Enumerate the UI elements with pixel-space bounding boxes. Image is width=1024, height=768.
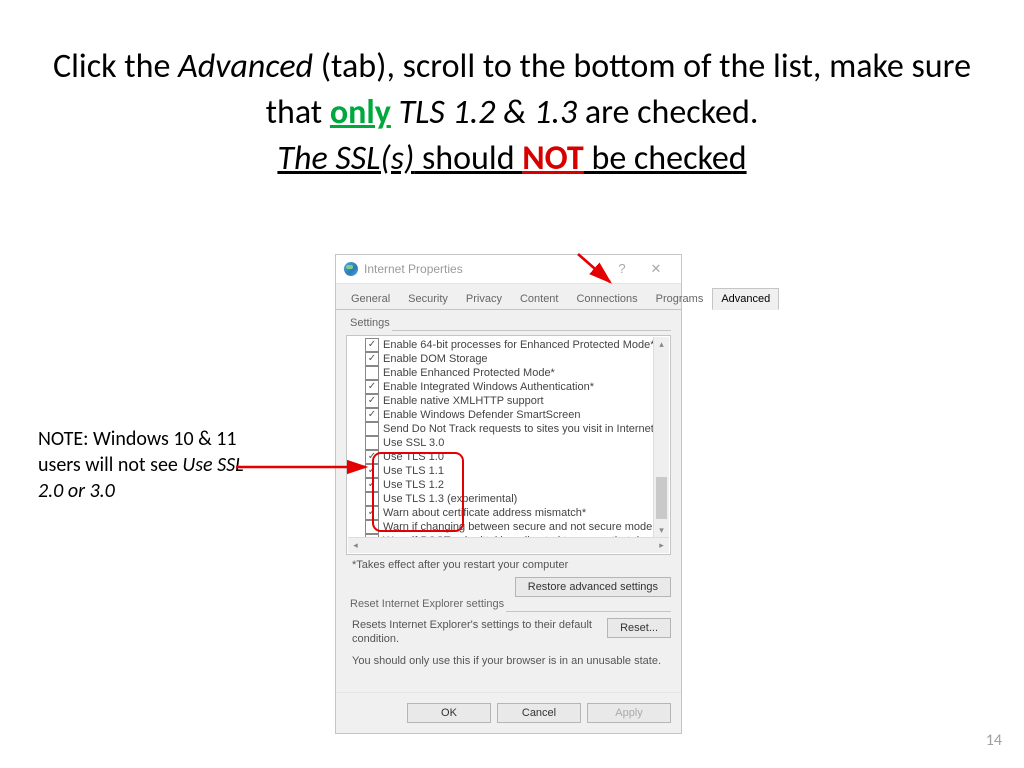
setting-row[interactable]: Enable Enhanced Protected Mode*	[365, 366, 668, 380]
checkbox[interactable]	[365, 394, 379, 408]
setting-row[interactable]: Send Do Not Track requests to sites you …	[365, 422, 668, 436]
setting-label: Use TLS 1.1	[383, 464, 444, 478]
setting-row[interactable]: Warn about certificate address mismatch*	[365, 506, 668, 520]
tab-connections[interactable]: Connections	[567, 288, 646, 309]
setting-row[interactable]: Enable DOM Storage	[365, 352, 668, 366]
setting-row[interactable]: Use TLS 1.2	[365, 478, 668, 492]
slide-heading: Click the Advanced (tab), scroll to the …	[50, 44, 974, 182]
checkbox[interactable]	[365, 436, 379, 450]
setting-row[interactable]: Warn if changing between secure and not …	[365, 520, 668, 534]
checkbox[interactable]	[365, 366, 379, 380]
setting-label: Enable Enhanced Protected Mode*	[383, 366, 555, 380]
scroll-left-icon[interactable]: ◂	[348, 540, 363, 551]
apply-button[interactable]: Apply	[587, 703, 671, 723]
checkbox[interactable]	[365, 408, 379, 422]
setting-label: Use TLS 1.0	[383, 450, 444, 464]
scroll-up-icon[interactable]: ▴	[654, 337, 669, 352]
checkbox[interactable]	[365, 492, 379, 506]
setting-row[interactable]: Enable 64-bit processes for Enhanced Pro…	[365, 338, 668, 352]
settings-legend: Settings	[346, 317, 394, 329]
setting-row[interactable]: Use TLS 1.3 (experimental)	[365, 492, 668, 506]
scroll-down-icon[interactable]: ▾	[654, 523, 669, 538]
internet-icon	[344, 262, 358, 276]
setting-label: Warn about certificate address mismatch*	[383, 506, 586, 520]
checkbox[interactable]	[365, 520, 379, 534]
tab-general[interactable]: General	[342, 288, 399, 309]
checkbox[interactable]	[365, 478, 379, 492]
internet-properties-dialog: Internet Properties ? ✕ GeneralSecurityP…	[335, 254, 682, 734]
checkbox[interactable]	[365, 422, 379, 436]
titlebar: Internet Properties ? ✕	[336, 255, 681, 284]
tab-strip: GeneralSecurityPrivacyContentConnections…	[336, 284, 681, 310]
checkbox[interactable]	[365, 450, 379, 464]
help-button[interactable]: ?	[605, 255, 639, 283]
setting-label: Enable Windows Defender SmartScreen	[383, 408, 580, 422]
reset-button[interactable]: Reset...	[607, 618, 671, 638]
restore-advanced-button[interactable]: Restore advanced settings	[515, 577, 671, 597]
dialog-footer: OK Cancel Apply	[336, 692, 681, 733]
horizontal-scrollbar[interactable]: ◂ ▸	[348, 537, 669, 553]
setting-label: Enable Integrated Windows Authentication…	[383, 380, 594, 394]
checkbox[interactable]	[365, 464, 379, 478]
setting-row[interactable]: Use TLS 1.1	[365, 464, 668, 478]
cancel-button[interactable]: Cancel	[497, 703, 581, 723]
checkbox[interactable]	[365, 352, 379, 366]
tab-advanced[interactable]: Advanced	[712, 288, 779, 310]
setting-row[interactable]: Enable Windows Defender SmartScreen	[365, 408, 668, 422]
scroll-thumb[interactable]	[656, 477, 667, 519]
dialog-title: Internet Properties	[364, 255, 605, 283]
setting-row[interactable]: Use TLS 1.0	[365, 450, 668, 464]
setting-row[interactable]: Use SSL 3.0	[365, 436, 668, 450]
reset-fieldset: Reset Internet Explorer settings Resets …	[346, 605, 671, 667]
restart-note: *Takes effect after you restart your com…	[352, 559, 671, 571]
checkbox[interactable]	[365, 338, 379, 352]
setting-label: Use SSL 3.0	[383, 436, 444, 450]
checkbox[interactable]	[365, 380, 379, 394]
setting-label: Enable DOM Storage	[383, 352, 488, 366]
setting-label: Warn if changing between secure and not …	[383, 520, 652, 534]
setting-label: Send Do Not Track requests to sites you …	[383, 422, 664, 436]
settings-fieldset: Settings Enable 64-bit processes for Enh…	[346, 324, 671, 597]
setting-label: Enable 64-bit processes for Enhanced Pro…	[383, 338, 655, 352]
ok-button[interactable]: OK	[407, 703, 491, 723]
reset-warning: You should only use this if your browser…	[346, 647, 671, 667]
scroll-right-icon[interactable]: ▸	[654, 540, 669, 551]
close-button[interactable]: ✕	[639, 255, 673, 283]
setting-label: Use TLS 1.2	[383, 478, 444, 492]
side-note: NOTE: Windows 10 & 11 users will not see…	[38, 426, 248, 504]
tab-programs[interactable]: Programs	[647, 288, 713, 309]
setting-row[interactable]: Enable Integrated Windows Authentication…	[365, 380, 668, 394]
reset-description: Resets Internet Explorer's settings to t…	[352, 618, 597, 647]
page-number: 14	[986, 731, 1002, 750]
setting-label: Use TLS 1.3 (experimental)	[383, 492, 517, 506]
reset-legend: Reset Internet Explorer settings	[346, 598, 510, 610]
settings-listbox[interactable]: Enable 64-bit processes for Enhanced Pro…	[346, 335, 671, 555]
setting-row[interactable]: Enable native XMLHTTP support	[365, 394, 668, 408]
tab-privacy[interactable]: Privacy	[457, 288, 511, 309]
vertical-scrollbar[interactable]: ▴ ▾	[653, 337, 669, 538]
tab-content[interactable]: Content	[511, 288, 568, 309]
checkbox[interactable]	[365, 506, 379, 520]
setting-label: Enable native XMLHTTP support	[383, 394, 544, 408]
tab-security[interactable]: Security	[399, 288, 457, 309]
